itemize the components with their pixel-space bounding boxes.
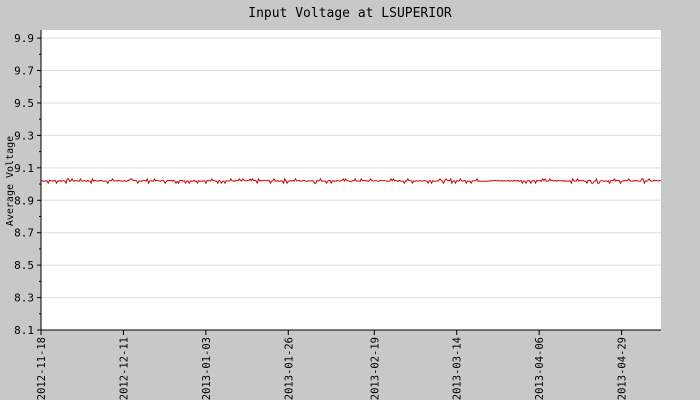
y-tick-label: 8.1 bbox=[14, 324, 34, 337]
x-tick-label: 2013-01-03 bbox=[201, 337, 213, 400]
chart-container: Input Voltage at LSUPERIOR 8.1 8.3 8.5 8.7 8… bbox=[0, 0, 700, 400]
y-tick-label: 9.9 bbox=[14, 32, 34, 45]
x-tick-label: 2013-02-19 bbox=[369, 337, 381, 400]
y-axis-ticks: 8.1 8.3 8.5 8.7 8.9 9.1 9.3 9.5 9.7 9.9 bbox=[14, 32, 41, 337]
y-tick-label: 9.5 bbox=[14, 97, 34, 110]
x-tick-label: 2013-04-29 bbox=[617, 337, 629, 400]
y-axis-label: Average Voltage bbox=[5, 136, 16, 226]
y-tick-label: 8.3 bbox=[14, 292, 34, 305]
x-tick-label: 2012-12-11 bbox=[118, 337, 130, 400]
y-tick-label: 8.5 bbox=[14, 259, 34, 272]
x-tick-label: 2013-03-14 bbox=[452, 337, 464, 400]
y-tick-label: 9.7 bbox=[14, 65, 34, 78]
x-tick-label: 2012-11-18 bbox=[36, 337, 48, 400]
chart-title: Input Voltage at LSUPERIOR bbox=[248, 6, 452, 21]
y-tick-label: 9.1 bbox=[14, 162, 34, 175]
y-tick-label: 8.9 bbox=[14, 194, 34, 207]
voltage-chart: Input Voltage at LSUPERIOR 8.18.38.58.78… bbox=[5, 6, 662, 400]
x-axis-ticks: 2012-11-18 2012-12-11 2013-01-03 2013-01-26… bbox=[36, 330, 629, 400]
y-tick-label: 8.7 bbox=[14, 227, 34, 240]
x-tick-label: 2013-04-06 bbox=[534, 337, 546, 400]
y-tick-label: 9.3 bbox=[14, 129, 34, 142]
x-tick-label: 2013-01-26 bbox=[283, 337, 295, 400]
